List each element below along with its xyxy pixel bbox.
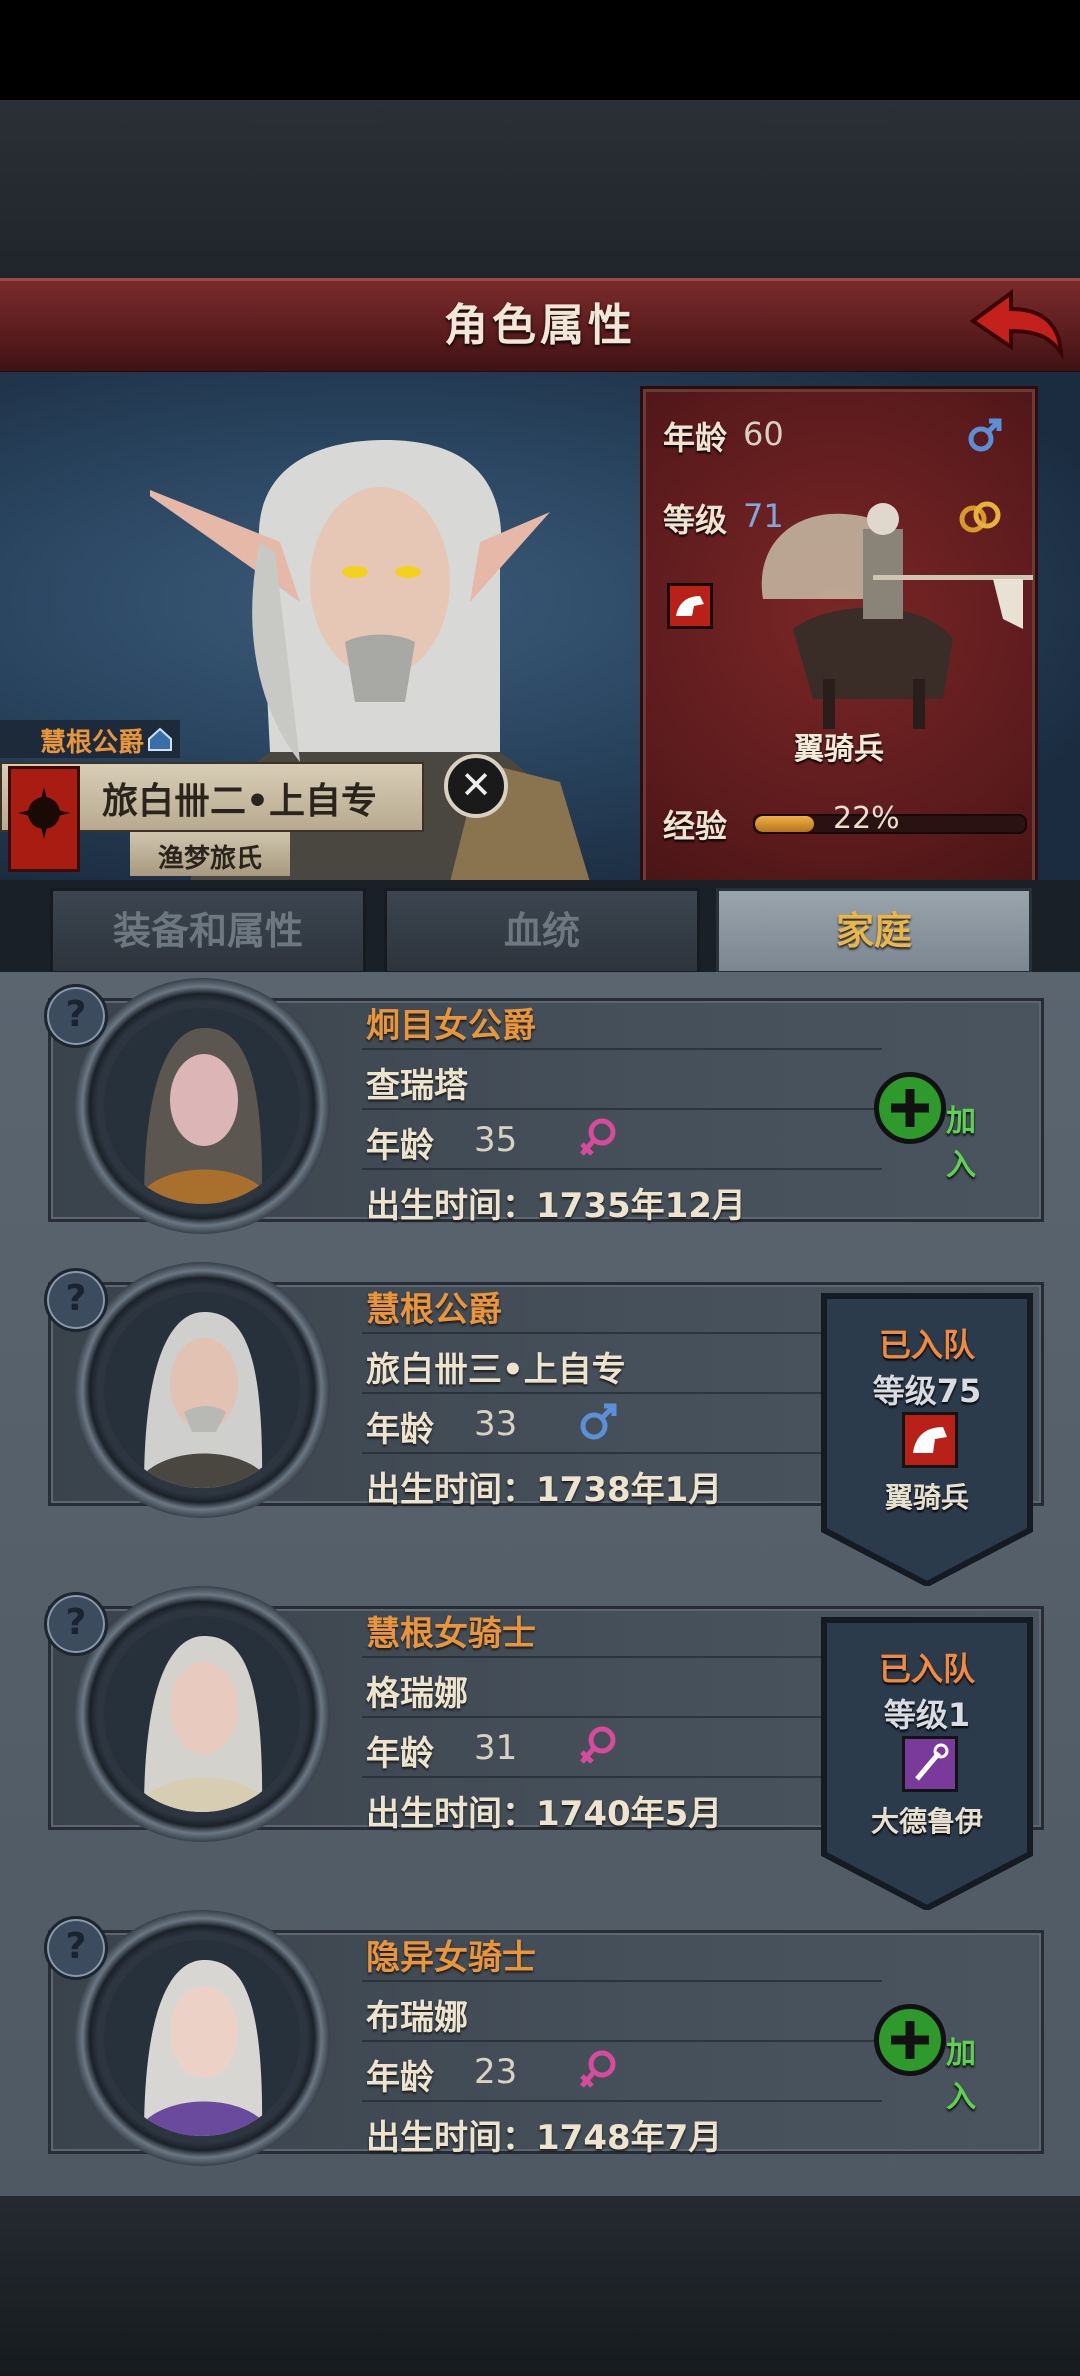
team-unit: 翼骑兵 bbox=[884, 1481, 969, 1514]
unit-name: 翼骑兵 bbox=[794, 732, 884, 767]
member-birth: 出生时间：1738年1月 bbox=[366, 1470, 723, 1510]
member-name: 旅白卌三•上自专 bbox=[366, 1350, 626, 1390]
age-label: 年龄 bbox=[366, 1734, 434, 1774]
divider bbox=[362, 1168, 882, 1170]
tab-equipment[interactable]: 装备和属性 bbox=[50, 888, 366, 974]
back-button[interactable] bbox=[965, 287, 1065, 365]
member-age: 31 bbox=[474, 1728, 518, 1768]
team-banner[interactable]: 已入队 等级75 翼骑兵 bbox=[818, 1290, 1036, 1586]
member-title: 慧根公爵 bbox=[366, 1290, 502, 1330]
age-label: 年龄 bbox=[366, 1410, 434, 1450]
level-label: 等级 bbox=[663, 501, 728, 539]
tab-family[interactable]: 家庭 bbox=[716, 888, 1032, 974]
member-name: 查瑞塔 bbox=[366, 1066, 468, 1106]
team-level: 等级1 bbox=[883, 1696, 971, 1734]
member-age: 35 bbox=[474, 1120, 518, 1160]
title-ribbon: 慧根公爵 bbox=[0, 720, 180, 758]
header-bar: 角色属性 bbox=[0, 278, 1080, 375]
divider bbox=[362, 2040, 882, 2042]
avatar bbox=[104, 1292, 300, 1488]
status-bar-area bbox=[0, 0, 1080, 100]
clan-plate: 渔梦旅氏 bbox=[130, 832, 290, 876]
member-age: 33 bbox=[474, 1404, 518, 1444]
bottom-area bbox=[0, 2196, 1080, 2376]
page-title: 角色属性 bbox=[444, 300, 636, 351]
avatar bbox=[104, 1940, 300, 2136]
family-list: ? 炯目女公爵 查瑞塔 年龄 35 出生时间：1735年12月 加入 ? 慧根公… bbox=[0, 972, 1080, 2196]
clan-banner-icon bbox=[8, 766, 80, 872]
pegasus-unit-icon bbox=[902, 1412, 958, 1468]
divider bbox=[362, 1980, 882, 1982]
winged-hussar-unit-image bbox=[761, 503, 1033, 729]
avatar bbox=[104, 1008, 300, 1204]
top-spacer bbox=[0, 100, 1080, 278]
divider bbox=[362, 2100, 882, 2102]
character-title: 慧根公爵 bbox=[40, 728, 145, 758]
age-label: 年龄 bbox=[366, 1126, 434, 1166]
male-icon bbox=[968, 418, 1002, 452]
member-title: 慧根女骑士 bbox=[366, 1614, 536, 1654]
back-arrow-icon bbox=[969, 289, 1064, 361]
age-label: 年龄 bbox=[366, 2058, 434, 2098]
house-icon bbox=[148, 727, 172, 751]
add-label: 加入 bbox=[946, 1104, 976, 1183]
add-to-team-button[interactable]: 加入 bbox=[874, 1072, 1004, 1183]
help-icon[interactable]: ? bbox=[44, 1916, 108, 1980]
clan-name: 渔梦旅氏 bbox=[157, 844, 262, 874]
help-icon[interactable]: ? bbox=[44, 1268, 108, 1332]
member-name: 格瑞娜 bbox=[366, 1674, 468, 1714]
character-name: 旅白卌二•上自专 bbox=[102, 781, 378, 822]
team-status: 已入队 bbox=[878, 1650, 975, 1688]
character-portrait-area: 年龄 60 等级 71 翼骑兵 经验 22% 慧根公爵 旅白卌二•上自专 ✕ 渔… bbox=[0, 372, 1080, 892]
stat-card: 年龄 60 等级 71 翼骑兵 经验 22% bbox=[640, 386, 1038, 892]
divider bbox=[362, 1656, 882, 1658]
tab-bloodline[interactable]: 血统 bbox=[384, 888, 700, 974]
divider bbox=[362, 1716, 882, 1718]
member-title: 炯目女公爵 bbox=[366, 1006, 536, 1046]
age-label: 年龄 bbox=[663, 419, 728, 457]
divider bbox=[362, 1332, 882, 1334]
divider bbox=[362, 1048, 882, 1050]
tab-bar: 装备和属性 血统 家庭 bbox=[0, 880, 1080, 974]
member-age: 23 bbox=[474, 2052, 518, 2092]
female-icon bbox=[580, 1726, 616, 1764]
divider bbox=[362, 1452, 882, 1454]
help-icon[interactable]: ? bbox=[44, 984, 108, 1048]
female-icon bbox=[580, 1118, 616, 1156]
team-unit: 大德鲁伊 bbox=[870, 1805, 983, 1838]
male-icon bbox=[580, 1403, 617, 1440]
rename-close-button[interactable]: ✕ bbox=[444, 754, 508, 818]
member-birth: 出生时间：1735年12月 bbox=[366, 1186, 746, 1226]
member-birth: 出生时间：1748年7月 bbox=[366, 2118, 723, 2158]
divider bbox=[362, 1776, 882, 1778]
team-banner[interactable]: 已入队 等级1 大德鲁伊 bbox=[818, 1614, 1036, 1910]
list-item: ? 隐异女骑士 布瑞娜 年龄 23 出生时间：1748年7月 加入 bbox=[44, 1910, 1044, 2166]
divider bbox=[362, 1108, 882, 1110]
plus-icon bbox=[874, 2004, 946, 2076]
member-birth: 出生时间：1740年5月 bbox=[366, 1794, 723, 1834]
list-item: ? 炯目女公爵 查瑞塔 年龄 35 出生时间：1735年12月 加入 bbox=[44, 978, 1044, 1234]
add-label: 加入 bbox=[946, 2036, 976, 2115]
member-name: 布瑞娜 bbox=[366, 1998, 468, 2038]
team-level: 等级75 bbox=[872, 1372, 982, 1410]
avatar bbox=[104, 1616, 300, 1812]
add-to-team-button[interactable]: 加入 bbox=[874, 2004, 1004, 2115]
team-status: 已入队 bbox=[878, 1326, 975, 1364]
age-value: 60 bbox=[743, 415, 784, 453]
exp-bar-fill bbox=[755, 816, 815, 832]
divider bbox=[362, 1392, 882, 1394]
exp-percent: 22% bbox=[833, 801, 900, 836]
help-icon[interactable]: ? bbox=[44, 1592, 108, 1656]
member-title: 隐异女骑士 bbox=[366, 1938, 536, 1978]
female-icon bbox=[580, 2050, 616, 2088]
staff-unit-icon bbox=[902, 1736, 958, 1792]
pegasus-unit-icon bbox=[667, 583, 713, 629]
exp-label: 经验 bbox=[663, 807, 728, 845]
plus-icon bbox=[874, 1072, 946, 1144]
